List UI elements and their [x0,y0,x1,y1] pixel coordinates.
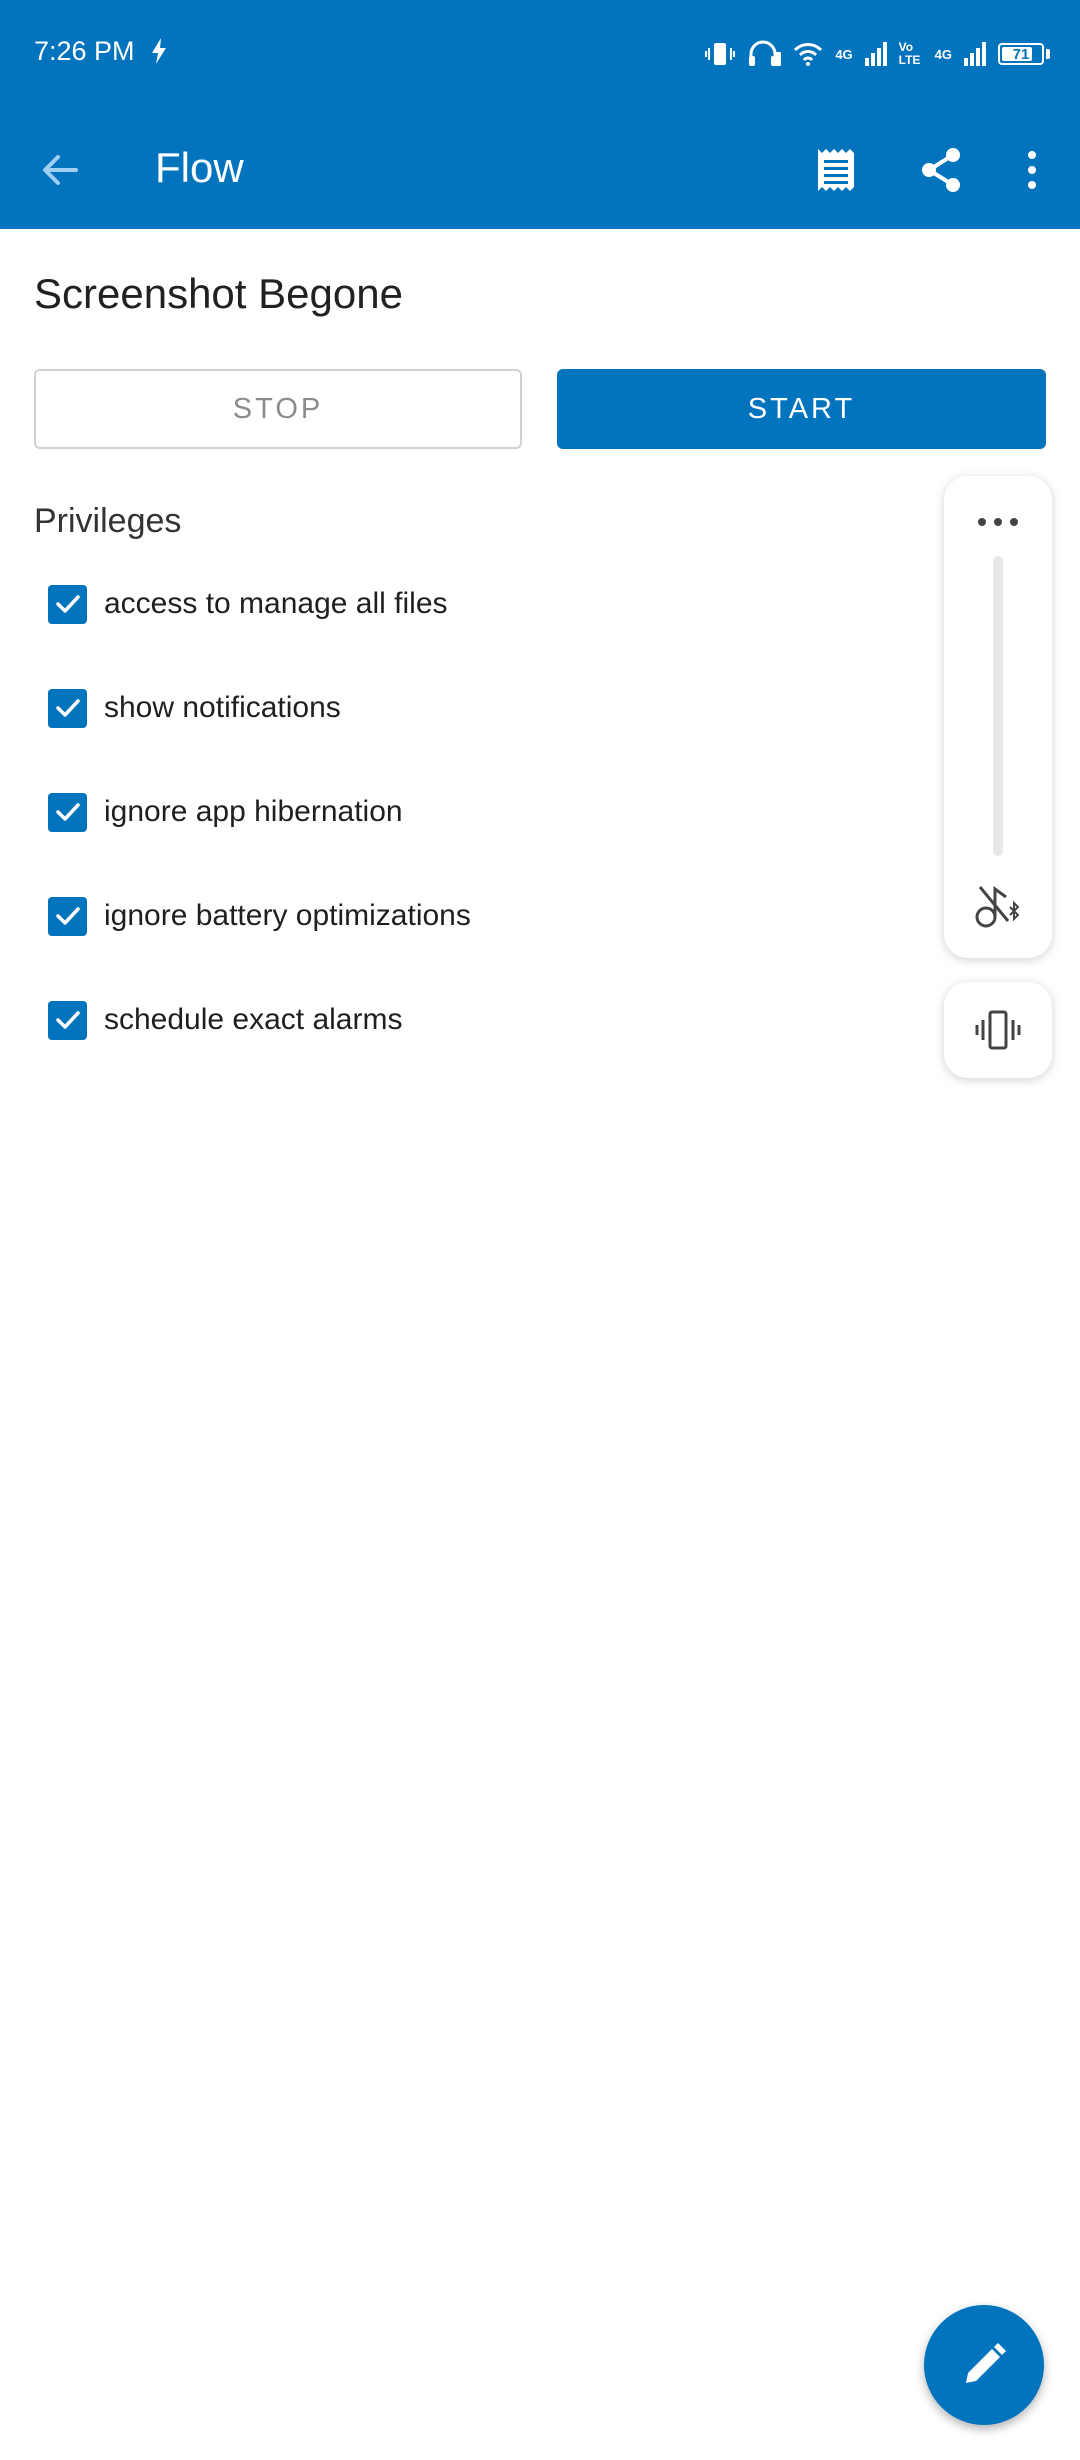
battery-level: 71 [1012,45,1030,63]
network-type-1: 4G [835,46,853,62]
battery-tip [1046,49,1050,59]
vibrate-icon [975,1010,1021,1050]
privilege-item[interactable]: ignore app hibernation [48,782,403,842]
check-icon [55,699,80,717]
volume-slider[interactable] [993,556,1003,856]
share-icon [922,148,960,192]
headset-icon [749,40,782,66]
network-type-2: 4G [934,46,952,62]
privilege-label: access to manage all files [104,587,448,620]
edit-fab[interactable] [924,2305,1044,2425]
vibrate-toggle[interactable] [944,982,1052,1078]
start-button[interactable]: START [557,369,1046,449]
share-button[interactable] [913,142,969,198]
check-icon [55,1011,80,1029]
check-icon [55,803,80,821]
volte-tag: Vo LTE [898,40,921,67]
status-icons: 4G Vo LTE 4G 71 [705,34,1050,74]
wifi-icon [794,43,823,66]
privilege-label: show notifications [104,691,341,724]
stop-button[interactable]: STOP [34,369,522,449]
flow-name: Screenshot Begone [34,270,403,317]
checkbox-checked[interactable] [48,1000,87,1040]
app-bar: Flow [0,108,1080,229]
privilege-item[interactable]: access to manage all files [48,574,448,634]
privilege-label: schedule exact alarms [104,1003,403,1036]
privilege-label: ignore battery optimizations [104,899,471,932]
battery-icon: 71 [998,43,1044,65]
checkbox-checked[interactable] [48,896,87,936]
signal-icon-2 [964,42,986,66]
app-title: Flow [155,144,244,191]
checkbox-checked[interactable] [48,688,87,728]
vibrate-status-icon [705,43,736,65]
edit-pencil-icon [966,2343,1006,2383]
privilege-item[interactable]: show notifications [48,678,341,738]
flash-icon [152,38,166,64]
back-button[interactable] [36,146,84,194]
volume-panel [944,476,1052,958]
more-horiz-icon[interactable] [976,516,1020,528]
privilege-item[interactable]: ignore battery optimizations [48,886,471,946]
status-bar: 7:26 PM 4G Vo LTE 4G 71 [0,0,1080,108]
more-vert-icon [1028,151,1036,189]
checkbox-checked[interactable] [48,584,87,624]
log-icon [818,149,854,191]
status-time: 7:26 PM [34,36,135,66]
privilege-label: ignore app hibernation [104,795,403,828]
checkbox-checked[interactable] [48,792,87,832]
log-button[interactable] [808,142,864,198]
privileges-heading: Privileges [34,502,182,540]
back-arrow-icon [43,155,78,185]
signal-icon-1 [864,42,887,66]
privilege-item[interactable]: schedule exact alarms [48,990,402,1050]
bluetooth-music-off-icon[interactable] [974,881,1022,933]
more-options-button[interactable] [1004,142,1060,198]
check-icon [55,907,80,925]
check-icon [55,595,80,613]
